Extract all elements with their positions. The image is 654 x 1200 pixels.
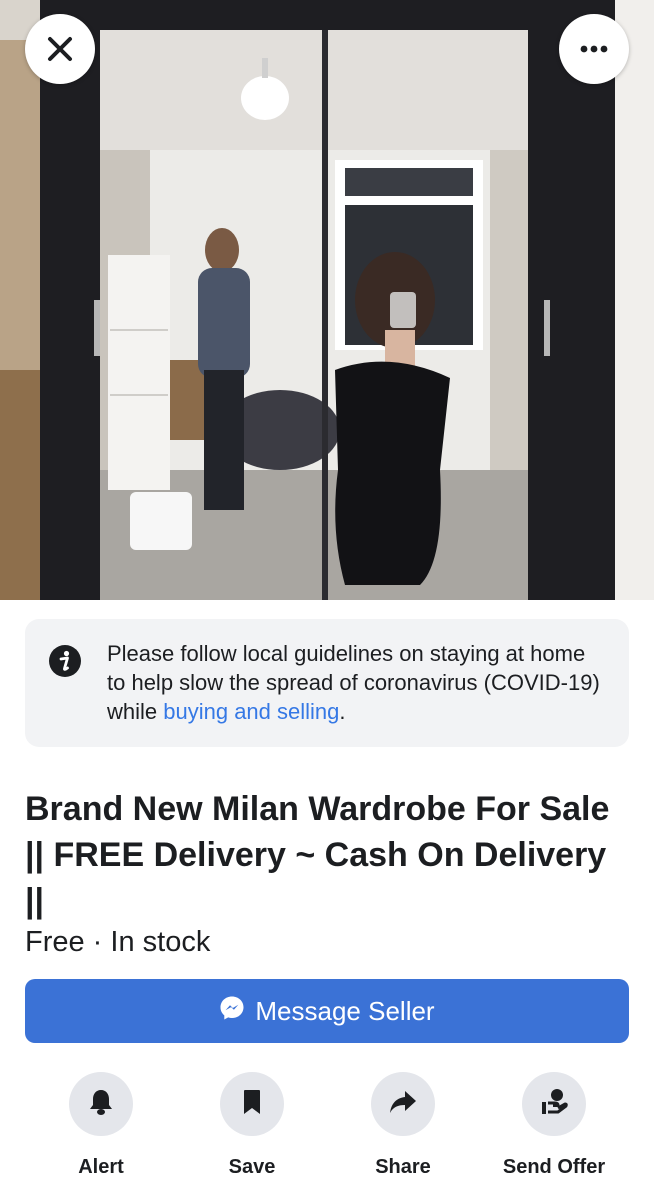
covid-notice: Please follow local guidelines on stayin… [25,619,629,747]
more-options-button[interactable] [559,14,629,84]
bookmark-icon [242,1089,262,1120]
alert-circle [69,1072,133,1136]
close-button[interactable] [25,14,95,84]
message-seller-label: Message Seller [255,995,435,1026]
messenger-icon [219,995,245,1028]
alert-label: Alert [78,1156,124,1178]
message-seller-button[interactable]: Message Seller [25,979,629,1043]
offer-hand-icon [539,1087,569,1122]
action-bar: Alert Save Share Send Offer [0,1072,654,1182]
share-button[interactable]: Share [333,1072,473,1179]
share-label: Share [375,1156,431,1178]
notice-trailing: . [339,699,346,724]
info-icon [48,644,82,678]
listing-price-status: Free · In stock [25,926,211,958]
send-offer-circle [522,1072,586,1136]
listing-photo-image [0,0,654,600]
share-circle [371,1072,435,1136]
more-horizontal-icon [580,45,608,53]
save-label: Save [228,1156,276,1178]
share-arrow-icon [388,1089,418,1120]
save-button[interactable]: Save [182,1072,322,1179]
listing-title: Brand New Milan Wardrobe For Sale || FRE… [25,790,610,920]
save-circle [220,1072,284,1136]
close-icon [47,36,73,62]
buying-selling-link[interactable]: buying and selling [163,699,339,724]
alert-button[interactable]: Alert [31,1072,171,1179]
bell-icon [88,1088,114,1121]
send-offer-label: Send Offer [502,1156,606,1178]
send-offer-button[interactable]: Send Offer [484,1072,624,1179]
listing-photo[interactable] [0,0,654,600]
